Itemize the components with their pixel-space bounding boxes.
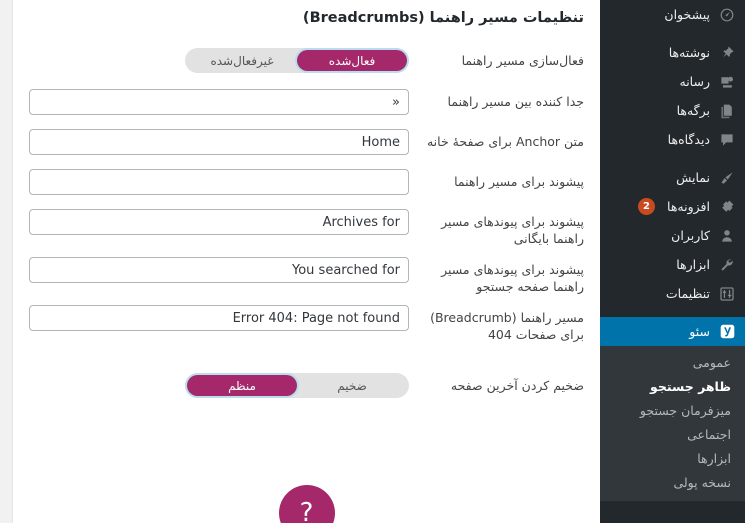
search-prefix-control <box>29 255 409 283</box>
home-anchor-input[interactable] <box>29 129 409 155</box>
question-mark-icon: ? <box>299 498 314 523</box>
enable-breadcrumbs-control: فعال‌شده غیرفعال‌شده <box>29 46 409 73</box>
notfound-breadcrumb-label: مسیر راهنما (Breadcrumb) برای صفحات 404 <box>430 310 584 342</box>
archive-prefix-label: پیشوند برای پیوندهای مسیر راهنما بایگانی <box>441 214 584 246</box>
plugins-update-badge: 2 <box>638 198 656 215</box>
content-wrapper: تنظیمات مسیر راهنما (Breadcrumbs) فعال‌س… <box>0 0 600 523</box>
sidebar-item-tools-label: ابزارها <box>676 257 710 272</box>
bold-last-page-control: ضخیم منظم <box>29 371 409 398</box>
dashboard-icon <box>718 6 736 24</box>
tools-wrench-icon <box>718 256 736 274</box>
sidebar-item-posts[interactable]: نوشته‌ها <box>600 38 745 67</box>
submenu-item-search-console[interactable]: میزفرمان جستجو <box>600 399 745 423</box>
separator-row: جدا کننده بین مسیر راهنما <box>29 87 584 115</box>
sidebar-item-plugins-label: افزونه‌ها <box>667 199 710 214</box>
breadcrumb-prefix-row: پیشوند برای مسیر راهنما <box>29 167 584 195</box>
breadcrumb-prefix-control <box>29 167 409 195</box>
enable-breadcrumbs-option-on[interactable]: فعال‌شده <box>297 50 407 71</box>
sidebar-item-media[interactable]: رسانه <box>600 67 745 96</box>
archive-prefix-row: پیشوند برای پیوندهای مسیر راهنما بایگانی <box>29 207 584 247</box>
media-icon <box>718 73 736 91</box>
sidebar-item-seo-label: سئو <box>689 324 710 339</box>
sidebar-item-pages[interactable]: برگه‌ها <box>600 96 745 125</box>
search-prefix-row: پیشوند برای پیوندهای مسیر راهنما صفحه جس… <box>29 255 584 295</box>
search-prefix-label: پیشوند برای پیوندهای مسیر راهنما صفحه جس… <box>441 262 584 294</box>
bold-last-page-option-bold[interactable]: ضخیم <box>297 375 407 396</box>
sidebar-item-appearance[interactable]: نمایش <box>600 163 745 192</box>
separator-control <box>29 87 409 115</box>
sidebar-divider-3 <box>600 308 745 317</box>
settings-sliders-icon <box>718 285 736 303</box>
sidebar-item-users[interactable]: کاربران <box>600 221 745 250</box>
seo-submenu: عمومی ظاهر جستجو میزفرمان جستجو اجتماعی … <box>600 346 745 501</box>
pages-icon <box>718 102 736 120</box>
page-title: تنظیمات مسیر راهنما (Breadcrumbs) <box>302 10 584 26</box>
breadcrumb-prefix-input[interactable] <box>29 169 409 195</box>
separator-input[interactable] <box>29 89 409 115</box>
bold-last-page-switch[interactable]: ضخیم منظم <box>185 373 409 398</box>
pin-icon <box>718 44 736 62</box>
notfound-breadcrumb-control <box>29 303 409 331</box>
submenu-item-general[interactable]: عمومی <box>600 351 745 375</box>
plugin-icon <box>718 198 736 216</box>
enable-breadcrumbs-label: فعال‌سازی مسیر راهنما <box>461 53 584 68</box>
sidebar-item-appearance-label: نمایش <box>676 170 710 185</box>
admin-screen: تنظیمات مسیر راهنما (Breadcrumbs) فعال‌س… <box>0 0 745 523</box>
admin-sidebar: پیشخوان نوشته‌ها رسانه <box>600 0 745 523</box>
home-anchor-row: متن Anchor برای صفحهٔ خانه <box>29 127 584 155</box>
search-prefix-input[interactable] <box>29 257 409 283</box>
settings-panel: تنظیمات مسیر راهنما (Breadcrumbs) فعال‌س… <box>12 0 600 523</box>
appearance-brush-icon <box>718 169 736 187</box>
separator-label: جدا کننده بین مسیر راهنما <box>447 94 584 109</box>
yoast-seo-icon <box>718 323 736 341</box>
home-anchor-label: متن Anchor برای صفحهٔ خانه <box>426 134 584 149</box>
bold-last-page-row: ضخیم کردن آخرین صفحه ضخیم منظم <box>29 371 584 398</box>
help-button[interactable]: ? <box>278 485 335 523</box>
archive-prefix-control <box>29 207 409 235</box>
bold-last-page-label: ضخیم کردن آخرین صفحه <box>450 378 584 393</box>
submenu-item-search-appearance[interactable]: ظاهر جستجو <box>600 375 745 399</box>
notfound-breadcrumb-input[interactable] <box>29 305 409 331</box>
sidebar-item-comments-label: دیدگاه‌ها <box>667 132 710 147</box>
sidebar-divider-2 <box>600 154 745 163</box>
sidebar-item-dashboard[interactable]: پیشخوان <box>600 0 745 29</box>
sidebar-item-settings-label: تنظیمات <box>665 286 710 301</box>
home-anchor-control <box>29 127 409 155</box>
sidebar-item-posts-label: نوشته‌ها <box>668 45 710 60</box>
archive-prefix-input[interactable] <box>29 209 409 235</box>
bold-last-page-option-regular[interactable]: منظم <box>187 375 297 396</box>
users-icon <box>718 227 736 245</box>
sidebar-item-comments[interactable]: دیدگاه‌ها <box>600 125 745 154</box>
breadcrumb-prefix-label: پیشوند برای مسیر راهنما <box>454 174 584 189</box>
comment-icon <box>718 131 736 149</box>
sidebar-item-plugins[interactable]: افزونه‌ها 2 <box>600 192 745 221</box>
submenu-item-social[interactable]: اجتماعی <box>600 423 745 447</box>
sidebar-item-tools[interactable]: ابزارها <box>600 250 745 279</box>
enable-breadcrumbs-option-off[interactable]: غیرفعال‌شده <box>187 50 297 71</box>
sidebar-item-settings[interactable]: تنظیمات <box>600 279 745 308</box>
sidebar-item-seo[interactable]: سئو <box>600 317 745 346</box>
notfound-breadcrumb-row: مسیر راهنما (Breadcrumb) برای صفحات 404 <box>29 303 584 343</box>
submenu-item-tools[interactable]: ابزارها <box>600 447 745 471</box>
enable-breadcrumbs-switch[interactable]: فعال‌شده غیرفعال‌شده <box>185 48 409 73</box>
sidebar-divider-1 <box>600 29 745 38</box>
submenu-item-premium[interactable]: نسخه پولی <box>600 471 745 495</box>
sidebar-item-pages-label: برگه‌ها <box>676 103 710 118</box>
sidebar-item-users-label: کاربران <box>671 228 710 243</box>
sidebar-item-dashboard-label: پیشخوان <box>664 7 710 22</box>
enable-breadcrumbs-row: فعال‌سازی مسیر راهنما فعال‌شده غیرفعال‌ش… <box>29 46 584 73</box>
sidebar-item-media-label: رسانه <box>679 74 711 89</box>
